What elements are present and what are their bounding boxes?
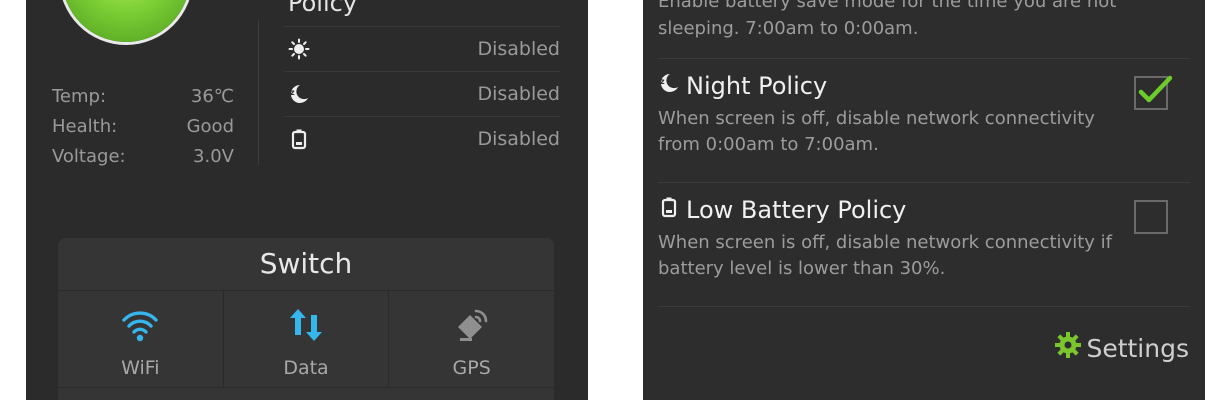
night-policy-title: Night Policy bbox=[686, 72, 828, 100]
night-policy-checkbox[interactable] bbox=[1134, 75, 1173, 110]
data-toggle[interactable]: Data bbox=[224, 291, 390, 387]
policy-state: Disabled bbox=[477, 128, 560, 150]
left-phone-screen: Temp: 36℃ Health: Good Voltage: 3.0V Pol… bbox=[26, 0, 588, 400]
battery-icon bbox=[658, 196, 680, 224]
gps-toggle[interactable]: GPS bbox=[389, 291, 554, 387]
wifi-label: WiFi bbox=[121, 357, 160, 379]
policy-row-night[interactable]: z Disabled bbox=[284, 71, 560, 116]
checkmark-icon bbox=[1138, 75, 1173, 103]
stat-row-health: Health: Good bbox=[52, 112, 234, 142]
svg-text:z: z bbox=[290, 88, 295, 97]
policy-state: Disabled bbox=[477, 83, 560, 105]
policy-heading: Policy bbox=[288, 0, 358, 17]
stat-label: Temp: bbox=[52, 86, 107, 107]
divider bbox=[658, 58, 1190, 59]
data-arrows-icon bbox=[286, 305, 326, 349]
battery-level-gauge bbox=[62, 0, 190, 42]
stat-row-voltage: Voltage: 3.0V bbox=[52, 142, 234, 172]
stat-label: Voltage: bbox=[52, 146, 126, 167]
night-policy-description: When screen is off, disable network conn… bbox=[658, 108, 1095, 155]
column-divider bbox=[258, 20, 259, 165]
stat-value: 36℃ bbox=[190, 86, 234, 107]
stat-row-temp: Temp: 36℃ bbox=[52, 82, 234, 112]
low-battery-policy-checkbox[interactable] bbox=[1134, 200, 1168, 234]
switch-grid: WiFi Data GPS bbox=[58, 291, 554, 388]
stat-label: Health: bbox=[52, 116, 118, 137]
wifi-icon bbox=[120, 305, 160, 349]
switch-panel: Switch WiFi Data GPS bbox=[58, 238, 554, 400]
gps-label: GPS bbox=[452, 357, 491, 379]
switch-title: Switch bbox=[58, 238, 554, 291]
policy-summary-list: Disabled z Disabled Disabled bbox=[284, 26, 560, 161]
policy-row-day[interactable]: Disabled bbox=[284, 26, 560, 71]
wifi-toggle[interactable]: WiFi bbox=[58, 291, 224, 387]
divider bbox=[658, 182, 1190, 183]
gear-icon bbox=[1054, 331, 1082, 365]
moon-icon: z bbox=[658, 72, 680, 100]
policy-state: Disabled bbox=[477, 38, 560, 60]
low-battery-policy-item[interactable]: Low Battery Policy When screen is off, d… bbox=[658, 192, 1190, 282]
stat-value: Good bbox=[186, 116, 234, 137]
data-label: Data bbox=[283, 357, 329, 379]
svg-text:z: z bbox=[660, 77, 665, 86]
low-battery-policy-title: Low Battery Policy bbox=[686, 196, 907, 224]
battery-icon bbox=[288, 128, 310, 150]
low-battery-policy-description: When screen is off, disable network conn… bbox=[658, 232, 1112, 279]
settings-label: Settings bbox=[1086, 333, 1189, 363]
right-phone-screen: Enable battery save mode for the time yo… bbox=[643, 0, 1205, 400]
policy-row-low-battery[interactable]: Disabled bbox=[284, 116, 560, 161]
battery-stats: Temp: 36℃ Health: Good Voltage: 3.0V bbox=[52, 82, 234, 172]
settings-button[interactable]: Settings bbox=[1054, 331, 1189, 365]
divider bbox=[658, 306, 1190, 307]
moon-icon: z bbox=[288, 83, 310, 105]
sun-icon bbox=[288, 38, 310, 60]
gps-icon bbox=[452, 305, 492, 349]
night-policy-item[interactable]: z Night Policy When screen is off, disab… bbox=[658, 68, 1190, 158]
day-policy-description: Enable battery save mode for the time yo… bbox=[658, 0, 1117, 39]
stat-value: 3.0V bbox=[193, 146, 234, 167]
